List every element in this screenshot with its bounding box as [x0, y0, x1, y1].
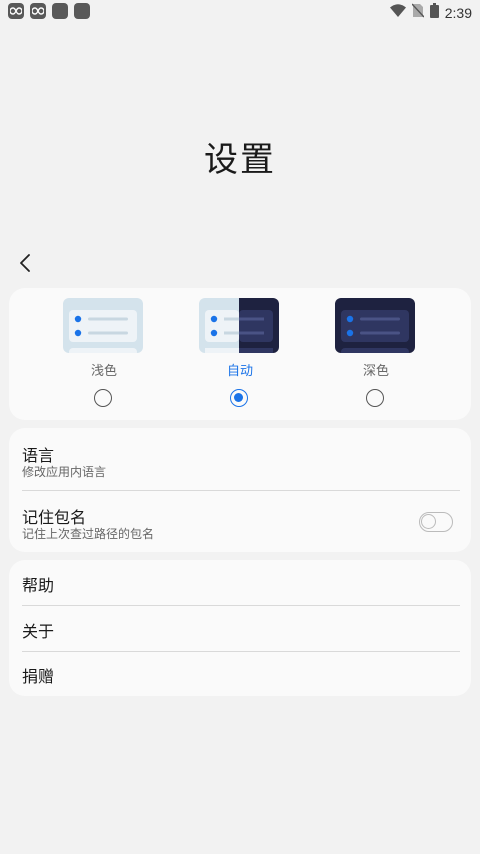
system-icons: 2:39 [389, 3, 472, 22]
theme-option-light[interactable]: 浅色 [49, 288, 159, 420]
about-label: 关于 [22, 622, 55, 641]
theme-label-light: 浅色 [90, 364, 117, 379]
radio-auto[interactable] [230, 389, 248, 407]
dark-theme-preview [335, 298, 415, 353]
help-label: 帮助 [22, 576, 55, 595]
auto-theme-preview [199, 298, 279, 353]
help-row[interactable]: 帮助 [9, 560, 471, 605]
battery-icon [429, 3, 439, 22]
remember-package-row[interactable]: 记住包名 记住上次查过路径的包名 [9, 491, 471, 552]
infinity-app-icon [8, 3, 24, 19]
clock: 2:39 [444, 4, 472, 21]
chevron-left-icon [20, 254, 30, 272]
radio-dark[interactable] [366, 389, 384, 407]
page-title: 设置 [204, 140, 276, 180]
infinity-app-icon [30, 3, 46, 19]
preferences-card: 语言 修改应用内语言 记住包名 记住上次查过路径的包名 [9, 428, 471, 552]
notification-icons [8, 3, 90, 19]
misc-card: 帮助 关于 捐赠 [9, 560, 471, 696]
theme-option-dark[interactable]: 深色 [321, 288, 431, 420]
donate-label: 捐赠 [22, 667, 55, 686]
back-button[interactable] [12, 250, 38, 276]
wifi-icon [389, 4, 406, 21]
status-bar: 2:39 [0, 0, 480, 24]
about-row[interactable]: 关于 [9, 606, 471, 651]
radio-light[interactable] [94, 389, 112, 407]
theme-label-dark: 深色 [362, 364, 389, 379]
remember-package-subtitle: 记住上次查过路径的包名 [22, 527, 155, 541]
theme-card: 浅色 自动 深色 [9, 288, 471, 420]
theme-option-auto[interactable]: 自动 [185, 288, 295, 420]
app-square-icon [52, 3, 68, 19]
language-row[interactable]: 语言 修改应用内语言 [9, 428, 471, 490]
app-square-icon [74, 3, 90, 19]
no-sim-icon [411, 3, 425, 22]
remember-package-toggle[interactable] [419, 512, 453, 532]
theme-label-auto: 自动 [226, 364, 253, 379]
language-subtitle: 修改应用内语言 [22, 465, 107, 479]
donate-row[interactable]: 捐赠 [9, 652, 471, 696]
light-theme-preview [63, 298, 143, 353]
